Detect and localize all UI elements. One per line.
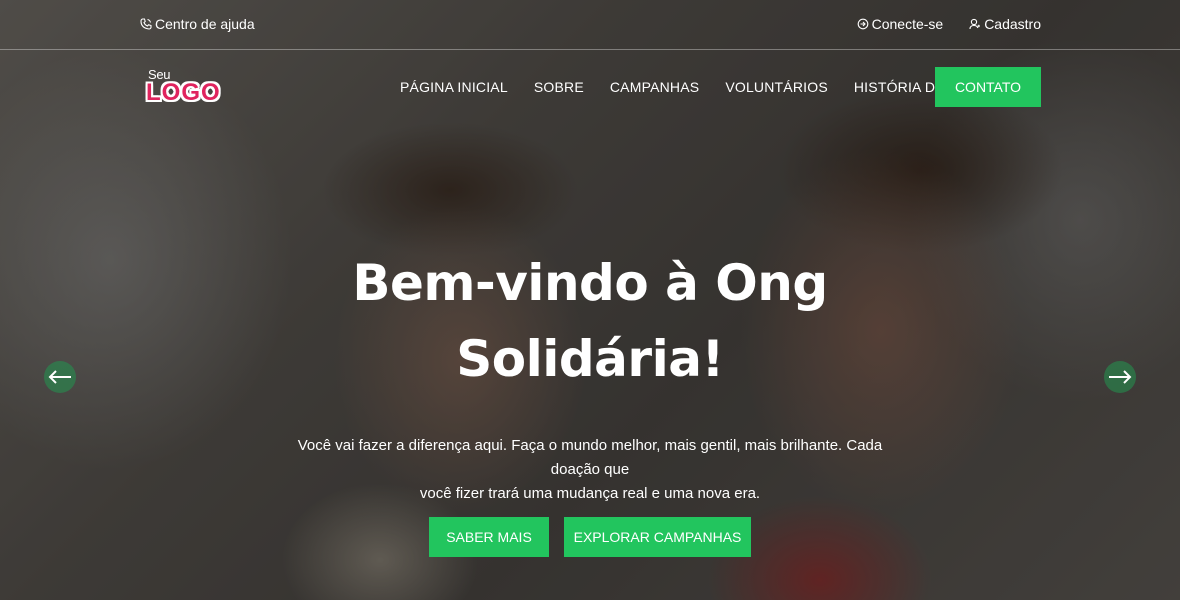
user-icon (969, 18, 981, 30)
phone-icon (140, 18, 152, 30)
nav-item-about[interactable]: SOBRE (534, 79, 584, 95)
hero-section: Centro de ajuda Conecte-se Cadastro Seu … (0, 0, 1180, 600)
arrow-right-icon (1109, 370, 1132, 384)
nav-item-volunteers[interactable]: VOLUNTÁRIOS (725, 79, 828, 95)
top-bar: Centro de ajuda Conecte-se Cadastro (0, 0, 1180, 50)
hero-subtitle-line2: você fizer trará uma mudança real e uma … (419, 485, 761, 502)
hero-subtitle: Você vai fazer a diferença aqui. Faça o … (280, 434, 900, 506)
explore-campaigns-button[interactable]: EXPLORAR CAMPANHAS (564, 517, 751, 557)
signup-label: Cadastro (984, 16, 1041, 32)
login-label: Conecte-se (871, 16, 944, 32)
help-center-link[interactable]: Centro de ajuda (140, 16, 255, 32)
slider-next-button[interactable] (1104, 361, 1136, 393)
contact-button[interactable]: CONTATO (935, 67, 1041, 107)
nav-item-campaigns[interactable]: CAMPANHAS (610, 79, 699, 95)
login-icon (857, 18, 868, 30)
help-center-label: Centro de ajuda (155, 16, 255, 32)
login-link[interactable]: Conecte-se (857, 16, 944, 32)
hero-subtitle-line1: Você vai fazer a diferença aqui. Faça o … (297, 437, 883, 478)
main-nav: PÁGINA INICIAL SOBRE CAMPANHAS VOLUNTÁRI… (400, 79, 1019, 95)
slider-prev-button[interactable] (44, 361, 76, 393)
hero-title-line2: Solidária! (456, 330, 724, 388)
hero-title: Bem-vindo à Ong Solidária! (290, 245, 890, 397)
logo-main-text: LOGO (146, 79, 221, 106)
nav-item-home[interactable]: PÁGINA INICIAL (400, 79, 508, 95)
learn-more-button[interactable]: SABER MAIS (429, 517, 549, 557)
hero-title-line1: Bem-vindo à Ong (352, 254, 828, 312)
arrow-left-icon (48, 370, 71, 384)
site-logo[interactable]: Seu LOGO (146, 67, 224, 109)
signup-link[interactable]: Cadastro (969, 16, 1041, 32)
